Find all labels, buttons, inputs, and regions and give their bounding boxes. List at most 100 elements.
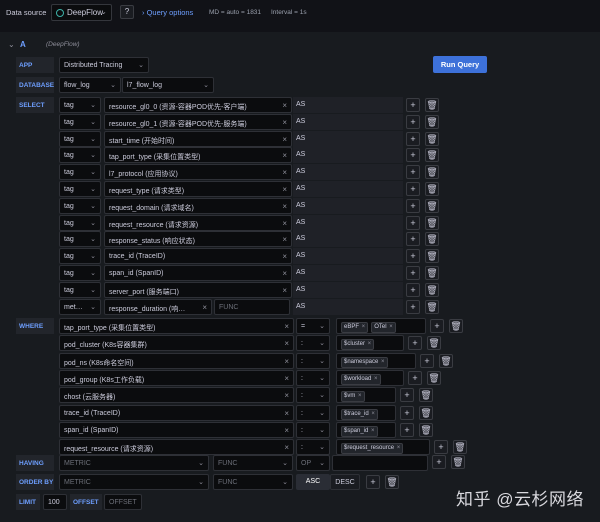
add-button[interactable]: + [406,216,420,230]
select-type[interactable]: tag⌄ [59,147,101,163]
clear-icon[interactable]: × [282,202,287,211]
remove-tag-icon[interactable]: × [379,359,384,365]
remove-tag-icon[interactable]: × [388,324,393,330]
value-tag[interactable]: eBPF × [341,322,368,333]
select-field[interactable]: request_domain (请求域名)× [104,198,292,214]
order-desc-button[interactable]: DESC [330,474,360,490]
where-field[interactable]: trace_id (TraceID)× [59,405,294,421]
remove-tag-icon[interactable]: × [395,445,400,451]
value-tag[interactable]: $trace_id × [341,409,378,420]
select-field[interactable]: start_time (开始时间)× [104,131,292,147]
select-type[interactable]: tag⌄ [59,231,101,247]
delete-button[interactable]: 🗑 [385,475,399,489]
delete-button[interactable]: 🗑 [425,199,439,213]
clear-icon[interactable]: × [284,443,289,452]
add-button[interactable]: + [406,283,420,297]
add-button[interactable]: + [406,266,420,280]
where-field[interactable]: tap_port_type (采集位置类型)× [59,318,294,334]
order-func[interactable]: FUNC⌄ [213,474,293,490]
select-field[interactable]: span_id (SpanID)× [104,265,292,281]
select-type[interactable]: tag⌄ [59,131,101,147]
delete-button[interactable]: 🗑 [425,165,439,179]
clear-icon[interactable]: × [282,101,287,110]
add-button[interactable]: + [406,182,420,196]
select-field[interactable]: server_port (服务端口)× [104,282,292,298]
value-tag[interactable]: $request_resource × [341,443,403,454]
value-tag[interactable]: $namespace × [341,357,388,368]
where-value[interactable]: eBPF ×OTel × [336,318,426,334]
having-func[interactable]: FUNC⌄ [213,455,293,471]
value-tag[interactable]: $vm × [341,391,365,402]
where-field[interactable]: chost (云服务器)× [59,387,294,403]
delete-button[interactable]: 🗑 [425,132,439,146]
add-button[interactable]: + [400,388,414,402]
where-operator[interactable]: :⌄ [296,439,330,455]
add-button[interactable]: + [400,406,414,420]
remove-tag-icon[interactable]: × [369,428,374,434]
value-tag[interactable]: $workload × [341,374,381,385]
delete-button[interactable]: 🗑 [425,300,439,314]
select-field[interactable]: tap_port_type (采集位置类型)× [104,147,292,163]
add-button[interactable]: + [432,455,446,469]
delete-button[interactable]: 🗑 [425,98,439,112]
delete-button[interactable]: 🗑 [425,266,439,280]
delete-button[interactable]: 🗑 [419,423,433,437]
clear-icon[interactable]: × [282,252,287,261]
clear-icon[interactable]: × [284,426,289,435]
where-field[interactable]: request_resource (请求资源)× [59,439,294,455]
database-select[interactable]: flow_log⌄ [59,77,121,93]
where-field[interactable]: pod_ns (K8s命名空间)× [59,353,294,369]
clear-icon[interactable]: × [284,409,289,418]
offset-input[interactable]: OFFSET [104,494,142,510]
select-type[interactable]: tag⌄ [59,181,101,197]
where-value[interactable]: $namespace × [336,353,416,369]
add-button[interactable]: + [406,115,420,129]
app-select[interactable]: Distributed Tracing⌄ [59,57,149,73]
add-button[interactable]: + [366,475,380,489]
add-button[interactable]: + [408,371,422,385]
select-type[interactable]: tag⌄ [59,97,101,113]
select-field[interactable]: resource_gl0_0 (资源-容器POD优先-客户端)× [104,97,292,113]
query-header[interactable]: ⌄ A (DeepFlow) [0,38,600,52]
remove-tag-icon[interactable]: × [372,376,377,382]
where-operator[interactable]: :⌄ [296,387,330,403]
having-metric[interactable]: METRIC⌄ [59,455,209,471]
select-type[interactable]: tag⌄ [59,265,101,281]
delete-button[interactable]: 🗑 [419,388,433,402]
clear-icon[interactable]: × [282,269,287,278]
select-type[interactable]: tag⌄ [59,215,101,231]
select-field[interactable]: request_resource (请求资源)× [104,215,292,231]
delete-button[interactable]: 🗑 [439,354,453,368]
where-operator[interactable]: :⌄ [296,370,330,386]
clear-icon[interactable]: × [282,185,287,194]
select-field[interactable]: response_status (响应状态)× [104,231,292,247]
limit-input[interactable]: 100 [43,494,67,510]
select-type[interactable]: tag⌄ [59,198,101,214]
add-button[interactable]: + [430,319,444,333]
add-button[interactable]: + [406,199,420,213]
having-op[interactable]: OP⌄ [296,455,330,471]
where-value[interactable]: $span_id × [336,422,396,438]
where-field[interactable]: pod_cluster (K8s容器集群)× [59,335,294,351]
where-operator[interactable]: =⌄ [296,318,330,334]
clear-icon[interactable]: × [282,286,287,295]
query-options-toggle[interactable]: › Query options [142,8,193,17]
delete-button[interactable]: 🗑 [425,249,439,263]
clear-icon[interactable]: × [282,118,287,127]
add-button[interactable]: + [408,336,422,350]
clear-icon[interactable]: × [282,151,287,160]
where-value[interactable]: $workload × [336,370,404,386]
where-value[interactable]: $trace_id × [336,405,396,421]
where-value[interactable]: $vm × [336,387,396,403]
clear-icon[interactable]: × [284,374,289,383]
select-func[interactable]: FUNC [214,299,290,315]
select-field[interactable]: request_type (请求类型)× [104,181,292,197]
select-field[interactable]: resource_gl0_1 (资源-容器POD优先-服务端)× [104,114,292,130]
clear-icon[interactable]: × [284,339,289,348]
having-value[interactable] [332,455,428,471]
delete-button[interactable]: 🗑 [425,115,439,129]
delete-button[interactable]: 🗑 [425,182,439,196]
clear-icon[interactable]: × [284,357,289,366]
value-tag[interactable]: $cluster × [341,339,374,350]
select-type[interactable]: met…⌄ [59,299,101,315]
